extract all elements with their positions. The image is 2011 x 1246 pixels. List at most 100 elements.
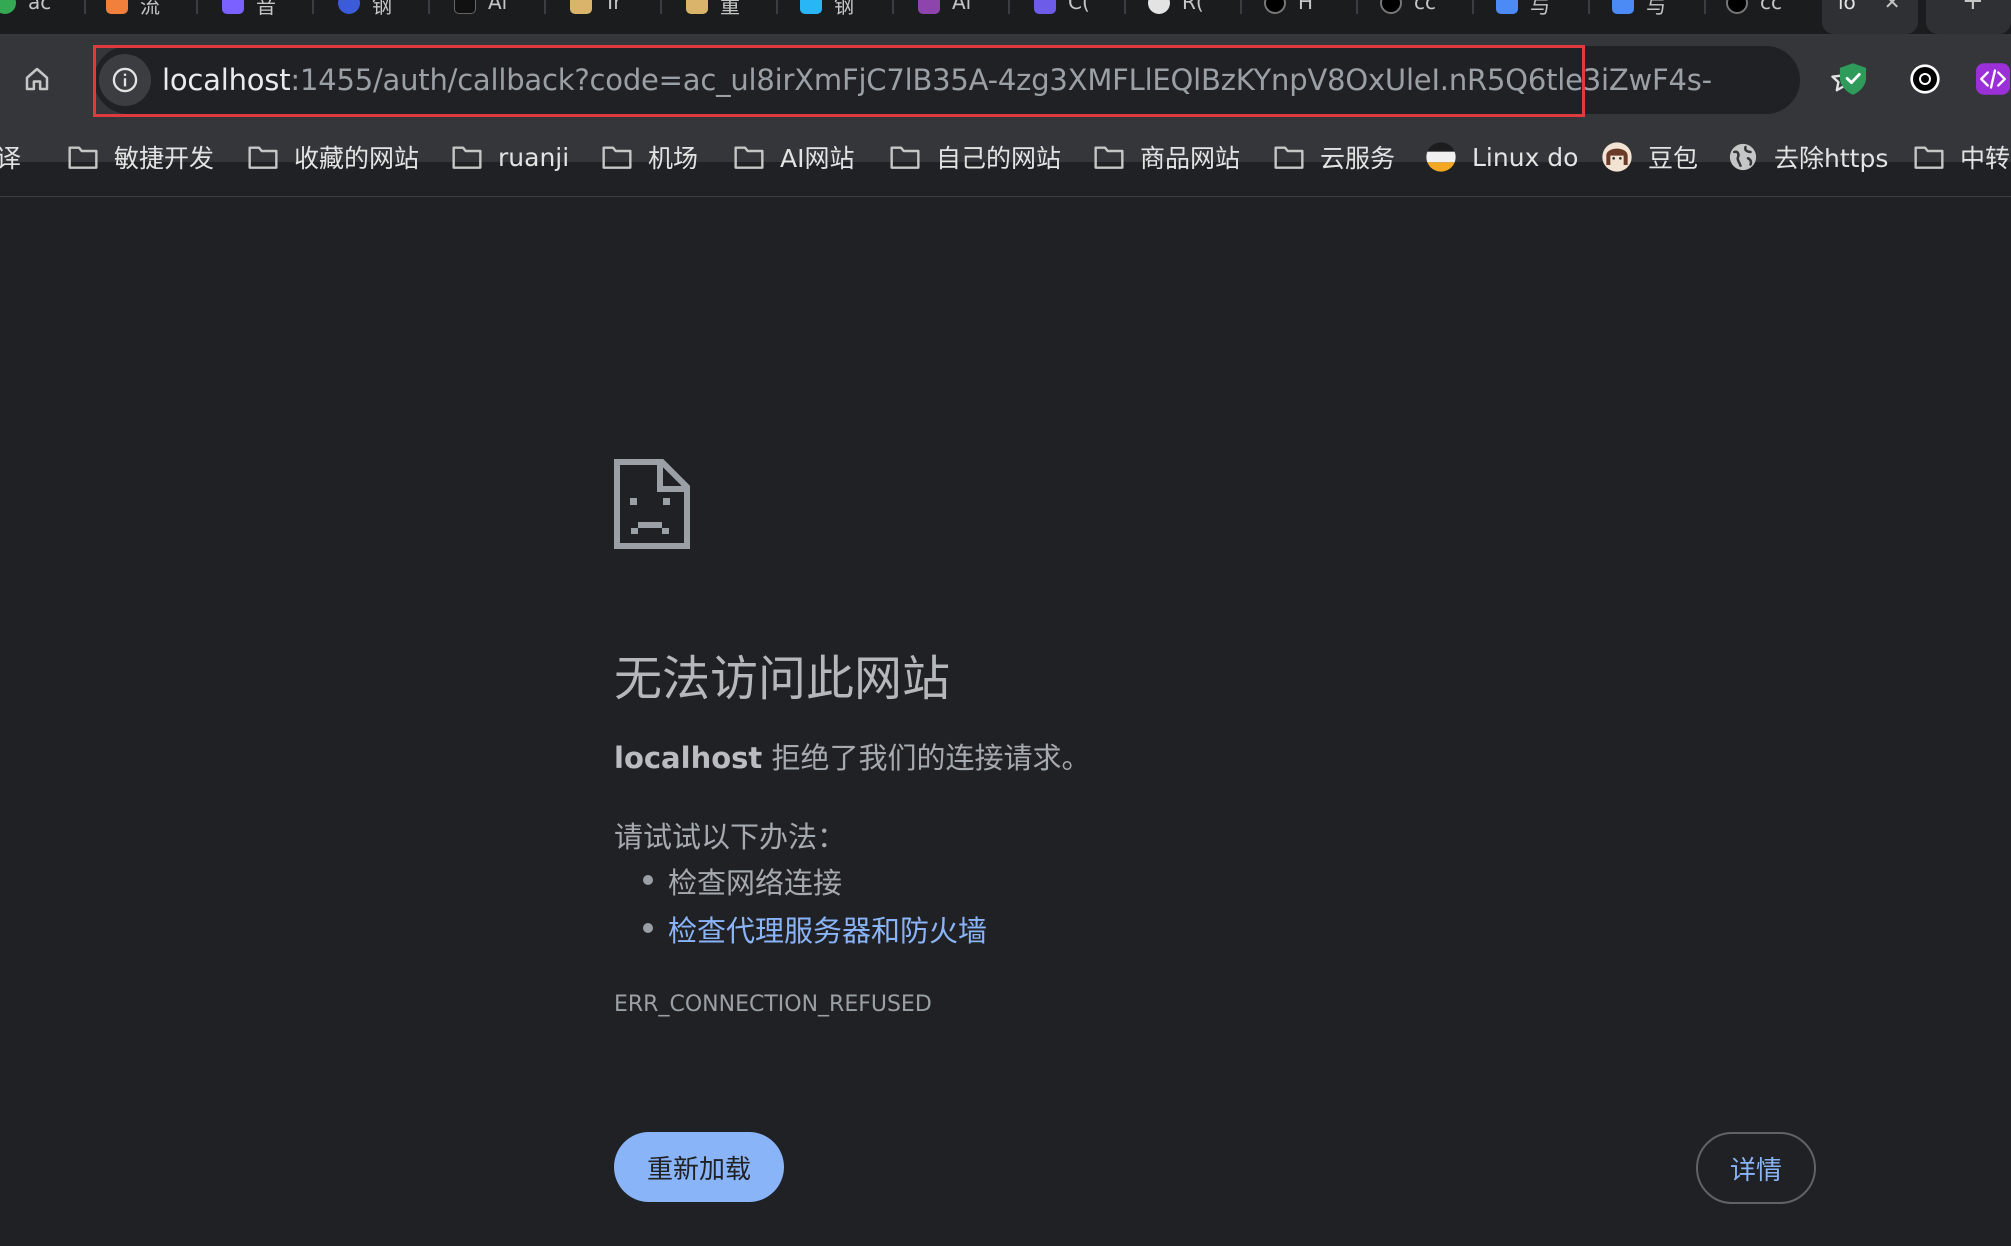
details-button[interactable]: 详情 <box>1696 1132 1816 1204</box>
bookmark-label: Linux do <box>1472 142 1579 172</box>
tab-title: 流 <box>140 0 160 18</box>
tab[interactable]: 音 <box>222 0 276 34</box>
folder-icon <box>1092 140 1126 174</box>
tab[interactable]: 重 <box>686 0 740 34</box>
tab[interactable]: 流 <box>106 0 160 34</box>
tab-title: 音 <box>256 0 276 18</box>
url-text[interactable]: localhost:1455/auth/callback?code=ac_ul8… <box>162 46 1712 114</box>
linuxdo-icon <box>1424 140 1458 174</box>
tab-favicon-icon <box>1034 0 1056 14</box>
tab-favicon-icon <box>1264 0 1286 14</box>
tab-favicon-icon <box>1726 0 1748 14</box>
tab[interactable]: 钢 <box>800 0 854 34</box>
tab[interactable]: 钢 <box>338 0 392 34</box>
error-host: localhost <box>614 741 763 775</box>
try-label: 请试试以下办法： <box>614 820 847 854</box>
suggestion-item: 检查网络连接 <box>643 860 843 902</box>
tab-title: lo <box>1838 0 1856 14</box>
new-tab-button[interactable]: + <box>1926 0 2011 34</box>
bookmark-folder-item[interactable]: 收藏的网站 <box>246 125 419 189</box>
close-tab-icon[interactable]: ✕ <box>1884 0 1901 14</box>
tab-title: C( <box>1068 0 1090 14</box>
bookmark-folder-item[interactable]: 中转 <box>1912 125 2010 189</box>
url-host: localhost <box>162 63 291 97</box>
suggestion-link[interactable]: 检查代理服务器和防火墙 <box>668 914 987 948</box>
error-code: ERR_CONNECTION_REFUSED <box>614 992 932 1017</box>
bookmark-label: AI网站 <box>780 144 855 173</box>
tab[interactable]: cc <box>1726 0 1782 34</box>
tab[interactable]: Al <box>918 0 971 34</box>
tab[interactable]: 与 <box>1612 0 1666 34</box>
bookmark-folder-item[interactable]: 敏捷开发 <box>66 125 214 189</box>
bookmark-item[interactable]: 译 <box>0 125 21 189</box>
tab-favicon-icon <box>222 0 244 14</box>
home-icon <box>25 67 49 91</box>
tab-title: 与 <box>1530 0 1550 18</box>
tab[interactable]: H <box>1264 0 1313 34</box>
tab-title: cc <box>1414 0 1436 14</box>
bookmark-label: 机场 <box>648 144 699 173</box>
bookmark-folder-item[interactable]: AI网站 <box>732 125 854 189</box>
bookmark-label: 云服务 <box>1320 144 1396 173</box>
globe-icon <box>1726 140 1760 174</box>
tab-favicon-icon <box>454 0 476 14</box>
tab[interactable]: R( <box>1148 0 1204 34</box>
folder-icon <box>888 140 922 174</box>
bookmark-folder-item[interactable]: 机场 <box>600 125 698 189</box>
tab-favicon-icon <box>1612 0 1634 14</box>
tab-title: H <box>1298 0 1314 14</box>
bookmark-folder-item[interactable]: ruanji <box>450 125 569 189</box>
reload-button[interactable]: 重新加载 <box>614 1132 784 1202</box>
tab-title: Al <box>952 0 972 14</box>
bookmark-folder-item[interactable]: 商品网站 <box>1092 125 1240 189</box>
suggestion-link-item[interactable]: 检查代理服务器和防火墙 <box>643 908 987 950</box>
extension-dev-button[interactable] <box>1970 56 2011 102</box>
bookmark-item[interactable]: Linux do <box>1424 125 1578 189</box>
address-bar[interactable]: localhost:1455/auth/callback?code=ac_ul8… <box>94 46 1857 114</box>
tab[interactable]: Al <box>454 0 507 34</box>
tab[interactable]: cc <box>1380 0 1436 34</box>
folder-icon <box>600 140 634 174</box>
tab-favicon-icon <box>800 0 822 14</box>
tab-favicon-icon <box>918 0 940 14</box>
tab-title: 钢 <box>372 0 392 18</box>
error-message: 拒绝了我们的连接请求。 <box>762 741 1091 775</box>
bookmark-folder-item[interactable]: 云服务 <box>1272 125 1395 189</box>
code-icon <box>1976 63 2010 95</box>
tab-favicon-icon <box>570 0 592 14</box>
tab-favicon-icon <box>106 0 128 14</box>
bookmark-item[interactable]: 豆包 <box>1600 125 1698 189</box>
tab-title: Al <box>488 0 508 14</box>
sad-page-icon <box>614 459 690 549</box>
extension-circle-button[interactable] <box>1902 56 1948 102</box>
bullet <box>643 875 653 885</box>
error-title: 无法访问此网站 <box>614 651 951 707</box>
home-button[interactable] <box>14 56 60 102</box>
tab[interactable]: Tr <box>570 0 622 34</box>
tab-title: Tr <box>604 0 622 14</box>
tab-favicon-icon <box>1148 0 1170 14</box>
tab[interactable]: C( <box>1034 0 1090 34</box>
bookmark-label: 译 <box>0 144 22 173</box>
tab-favicon-icon <box>686 0 708 14</box>
tab[interactable]: ac <box>0 0 51 34</box>
bookmarks-bar: 译 敏捷开发 收藏的网站 ruanji 机场 AI网站 自己的网站 商品网站 云… <box>0 125 2011 189</box>
suggestion-text: 检查网络连接 <box>668 866 843 900</box>
ring-icon <box>1910 64 1940 94</box>
tab-favicon-icon <box>1380 0 1402 14</box>
tab[interactable]: 与 <box>1496 0 1550 34</box>
error-description: localhost 拒绝了我们的连接请求。 <box>614 735 1090 777</box>
active-tab[interactable]: lo ✕ <box>1822 0 1918 34</box>
tab-title: ac <box>28 0 52 14</box>
info-icon <box>112 67 138 93</box>
site-info-button[interactable] <box>99 54 151 106</box>
extension-shield-button[interactable] <box>1830 56 1876 102</box>
bookmark-label: ruanji <box>498 142 570 172</box>
bookmark-item[interactable]: 去除https <box>1726 125 1888 189</box>
plus-icon: + <box>1962 0 1984 16</box>
tab-title: 与 <box>1646 0 1666 18</box>
bookmark-label: 商品网站 <box>1140 144 1241 173</box>
tab-title: cc <box>1760 0 1782 14</box>
bookmark-folder-item[interactable]: 自己的网站 <box>888 125 1061 189</box>
tab-strip: ac 流 音 钢 Al Tr 重 钢 Al C(R(H cc 与 与 cc … <box>0 0 2011 34</box>
